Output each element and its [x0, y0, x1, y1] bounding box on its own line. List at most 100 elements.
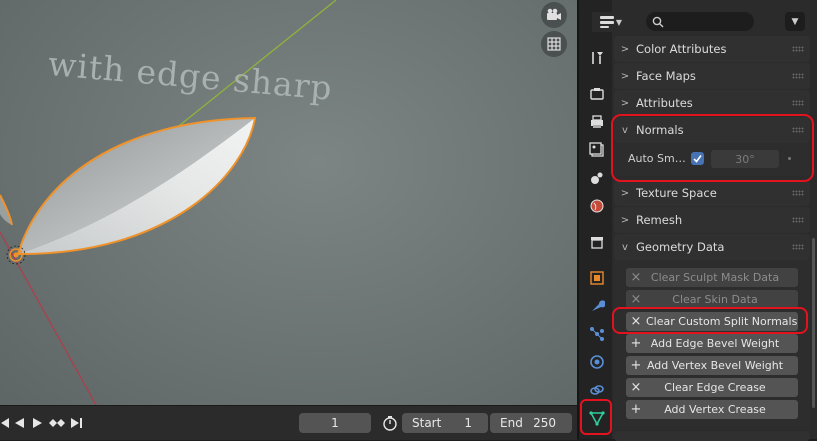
play-reverse-icon [15, 418, 24, 428]
ortho-toggle-button[interactable] [541, 31, 567, 57]
physics-icon [590, 355, 604, 369]
panel-title: Texture Space [636, 186, 717, 200]
tab-modifier[interactable] [586, 295, 608, 317]
tab-output[interactable] [586, 111, 608, 133]
stopwatch-icon [383, 416, 397, 431]
drag-handle-icon[interactable] [792, 127, 804, 133]
properties-tabs [577, 0, 614, 439]
current-frame-field[interactable]: 1 [299, 413, 371, 433]
panel-title: Geometry Data [636, 240, 725, 254]
panel-attributes[interactable]: > Attributes [614, 90, 810, 116]
auto-smooth-angle-value: 30° [735, 152, 755, 166]
clear-edge-crease-button[interactable]: × Clear Edge Crease [626, 378, 798, 397]
grid-icon [547, 37, 561, 51]
tab-physics[interactable] [586, 351, 608, 373]
tab-object[interactable] [586, 267, 608, 289]
modifier-icon [592, 300, 605, 311]
add-edge-bevel-weight-button[interactable]: + Add Edge Bevel Weight [626, 334, 798, 353]
plus-icon: + [630, 336, 642, 351]
clear-custom-split-normals-button[interactable]: × Clear Custom Split Normals … [626, 312, 798, 331]
drag-handle-icon[interactable] [792, 73, 804, 79]
drag-handle-icon[interactable] [792, 217, 804, 223]
x-icon: × [630, 292, 642, 307]
start-value: 1 [464, 416, 472, 430]
output-icon [591, 115, 603, 128]
panel-title: Attributes [636, 96, 693, 110]
editor-type-dropdown[interactable]: ▼ [592, 12, 630, 32]
x-icon: × [630, 380, 642, 395]
camera-view-button[interactable] [541, 2, 567, 28]
properties-scrollbar[interactable] [812, 238, 815, 408]
tab-scene[interactable] [586, 167, 608, 189]
play-reverse-button[interactable] [10, 414, 28, 432]
geometry-data-body: × Clear Sculpt Mask Data × Clear Skin Da… [614, 260, 810, 430]
panel-color-attributes[interactable]: > Color Attributes [614, 36, 810, 62]
clear-skin-data-button[interactable]: × Clear Skin Data [626, 290, 798, 309]
tab-constraints[interactable] [586, 379, 608, 401]
panel-title: Color Attributes [636, 42, 727, 56]
add-vertex-crease-button[interactable]: + Add Vertex Crease [626, 400, 798, 419]
plus-icon: + [630, 402, 642, 417]
start-label: Start [412, 416, 442, 430]
keyframe-jump-icon [49, 419, 65, 427]
view-layer-icon [589, 142, 604, 157]
search-icon [652, 16, 664, 27]
object-icon [590, 271, 604, 285]
add-vertex-bevel-weight-button[interactable]: + Add Vertex Bevel Weight [626, 356, 798, 375]
tab-world[interactable] [586, 195, 608, 217]
drag-handle-icon[interactable] [792, 46, 804, 52]
chevron-right-icon: > [620, 187, 630, 199]
chevron-down-icon: ▼ [791, 16, 799, 27]
world-icon [590, 199, 604, 213]
animate-dot-icon[interactable] [788, 157, 791, 160]
tab-tool[interactable] [586, 47, 608, 69]
properties-editor-icon [599, 16, 614, 28]
end-value: 250 [533, 416, 556, 430]
chevron-down-icon: ▼ [615, 17, 623, 27]
tab-particles[interactable] [586, 323, 608, 345]
x-icon: × [630, 314, 642, 329]
render-icon [590, 88, 604, 100]
collection-icon [591, 237, 603, 249]
panel-remesh[interactable]: > Remesh [614, 207, 810, 233]
normals-body: Auto Sm… 30° [614, 143, 810, 176]
x-axis-line [0, 231, 97, 405]
plus-icon: + [630, 358, 642, 373]
jump-keyframe-button[interactable] [48, 414, 66, 432]
tab-view-layer[interactable] [586, 139, 608, 161]
play-button[interactable] [29, 414, 47, 432]
properties-panel: ▼ ▼ > Color Attributes > Face Maps > Att… [592, 0, 817, 441]
panel-face-maps[interactable]: > Face Maps [614, 63, 810, 89]
jump-end-icon [71, 418, 82, 428]
panel-title: Remesh [636, 213, 683, 227]
options-dropdown[interactable]: ▼ [785, 12, 805, 31]
chevron-down-icon: v [622, 124, 628, 136]
drag-handle-icon[interactable] [792, 190, 804, 196]
object-data-icon [589, 411, 605, 426]
play-icon [33, 418, 42, 428]
tab-render[interactable] [586, 83, 608, 105]
start-frame-field[interactable]: Start 1 [402, 413, 488, 433]
auto-smooth-angle-field[interactable]: 30° [711, 150, 779, 168]
tab-object-data[interactable] [586, 407, 608, 429]
drag-handle-icon[interactable] [792, 100, 804, 106]
tool-icon [592, 52, 603, 64]
scene-icon [591, 172, 603, 184]
end-frame-field[interactable]: End 250 [490, 413, 572, 433]
constraints-icon [590, 385, 604, 395]
chevron-right-icon: > [620, 97, 630, 109]
drag-handle-icon[interactable] [792, 244, 804, 250]
preview-range-button[interactable] [380, 414, 400, 432]
panel-geometry-data[interactable]: v Geometry Data [614, 234, 810, 260]
jump-to-end-button[interactable] [68, 414, 86, 432]
search-input[interactable] [646, 12, 754, 31]
checkmark-icon [693, 155, 702, 163]
panel-normals[interactable]: v Normals [614, 117, 810, 143]
3d-viewport[interactable]: with edge sharp [0, 0, 577, 405]
panel-next-collapsed[interactable] [614, 431, 810, 441]
auto-smooth-checkbox[interactable] [691, 152, 704, 165]
camera-icon [547, 8, 561, 20]
clear-sculpt-mask-button[interactable]: × Clear Sculpt Mask Data [626, 268, 798, 287]
tab-collection[interactable] [586, 231, 608, 253]
panel-texture-space[interactable]: > Texture Space [614, 180, 810, 206]
